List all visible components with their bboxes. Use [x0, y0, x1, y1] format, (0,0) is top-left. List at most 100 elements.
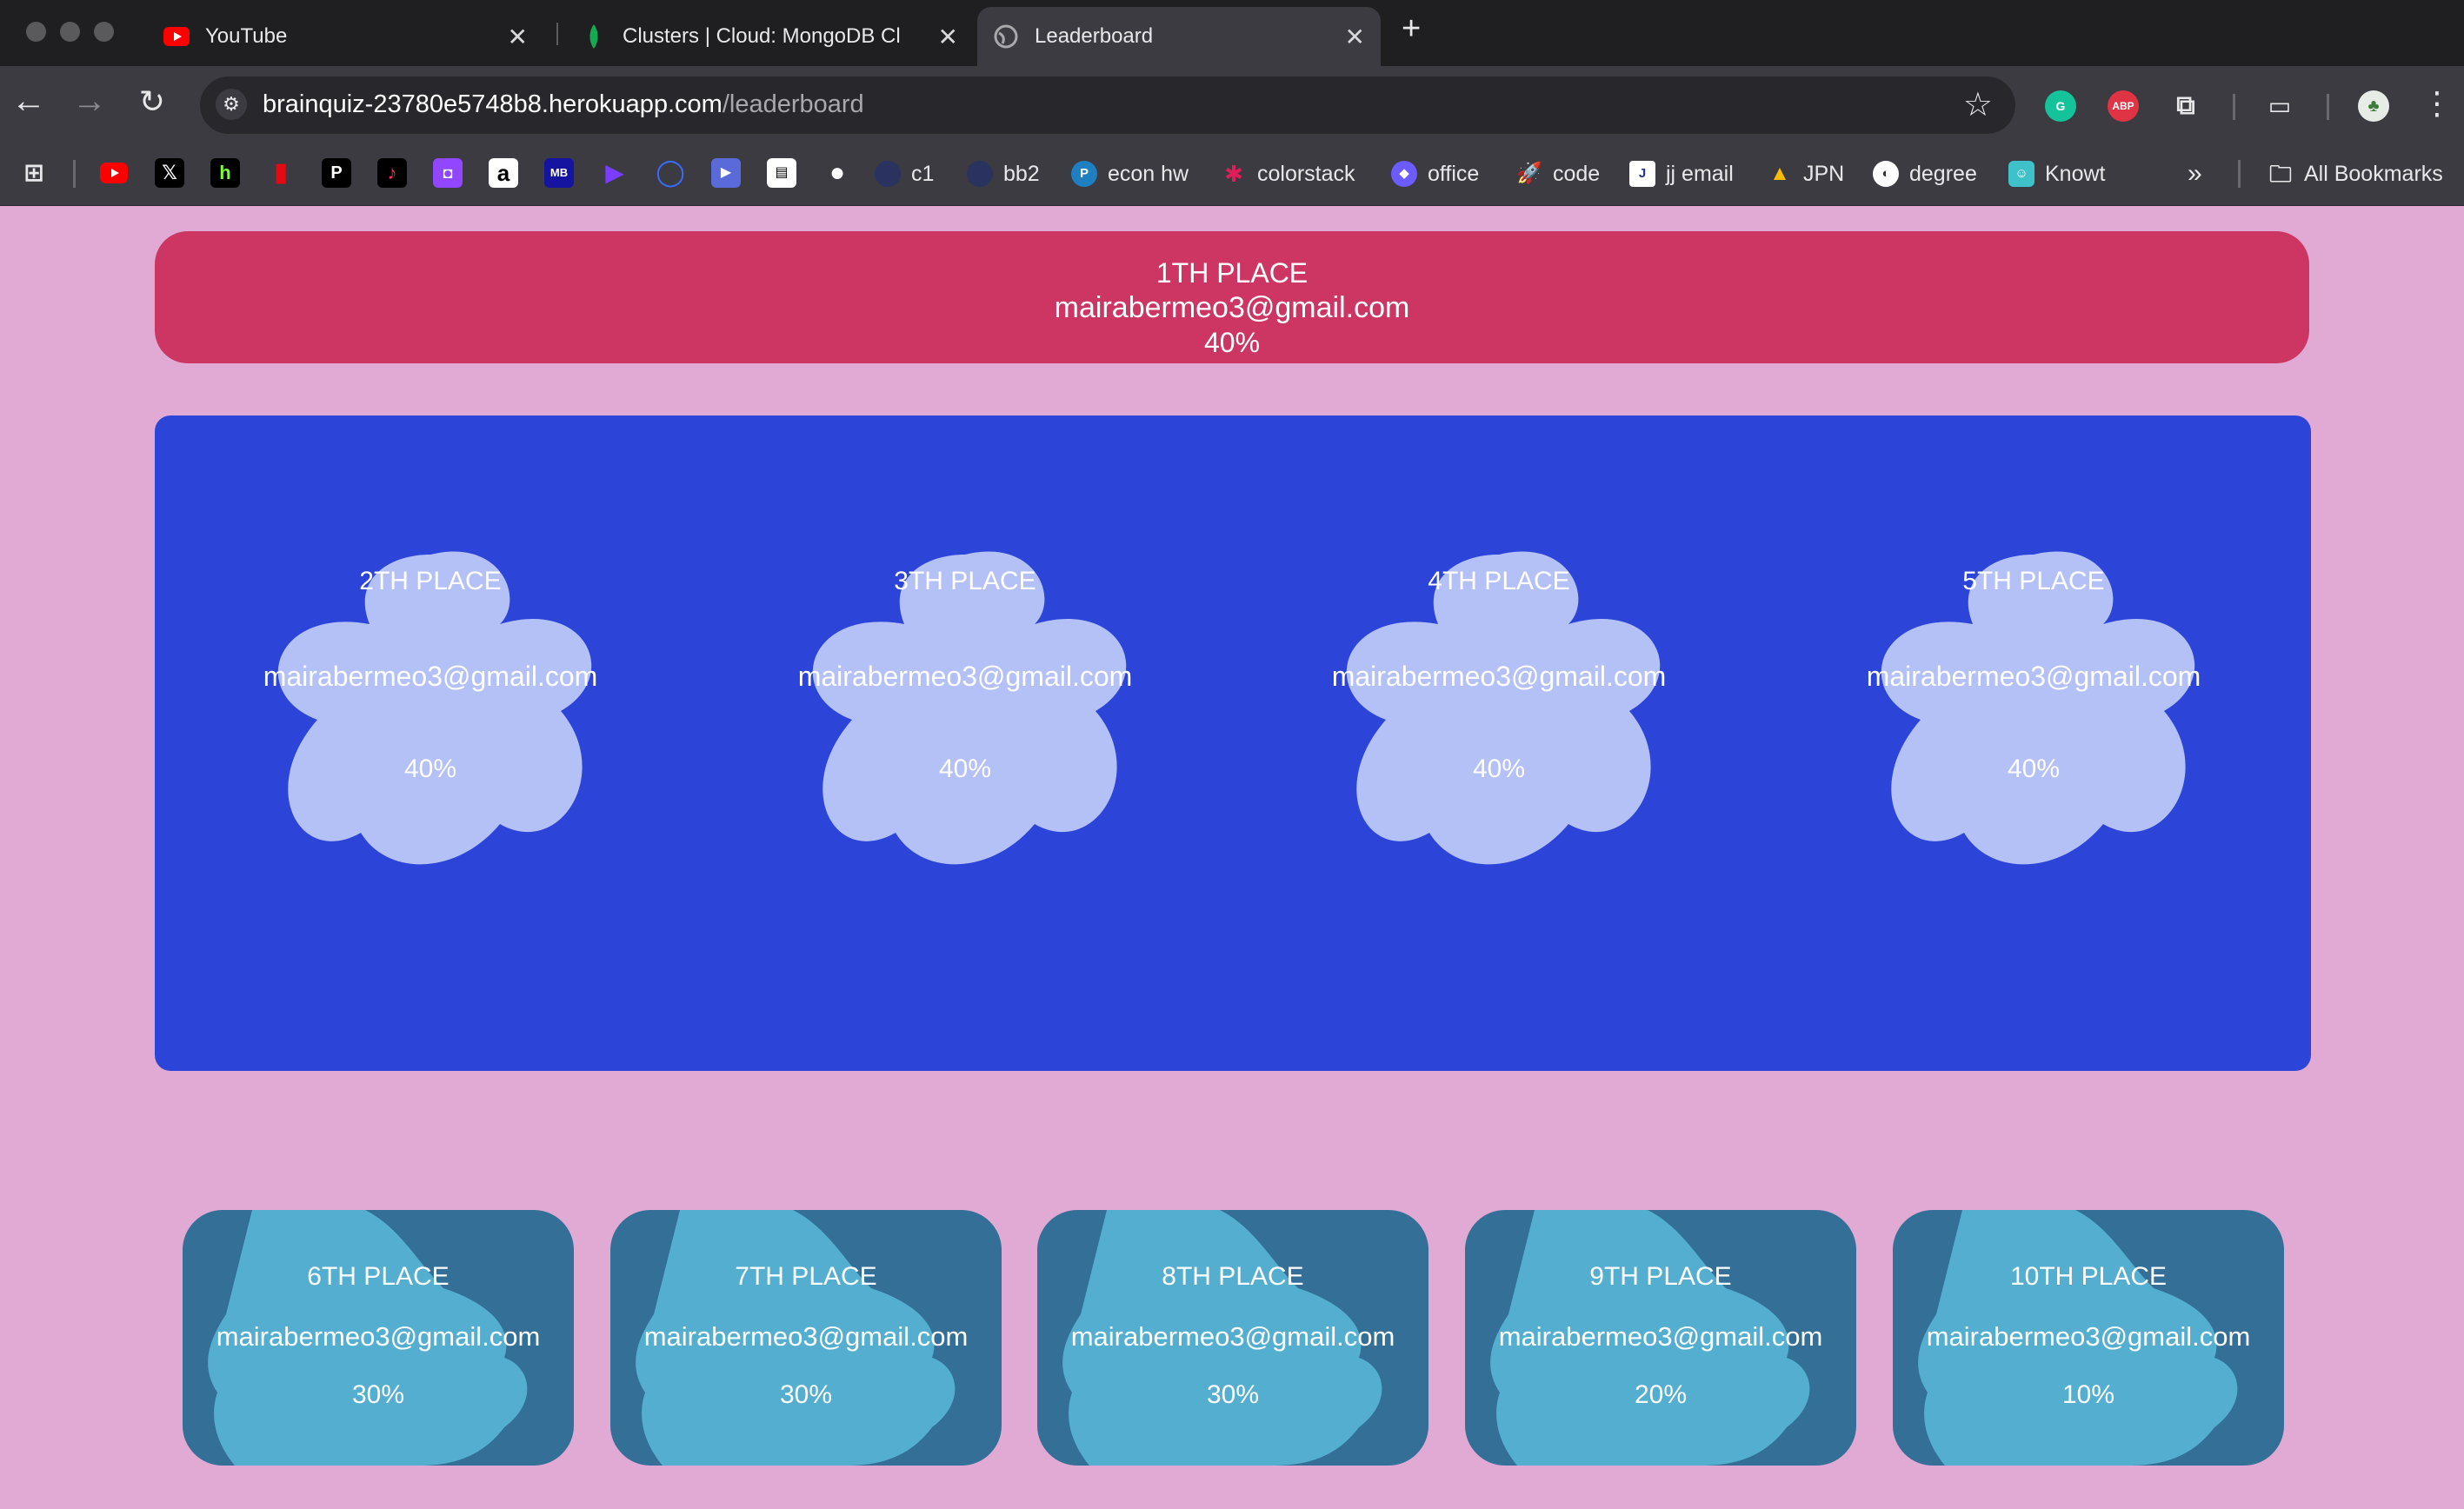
rank-card-10: 10TH PLACE mairabermeo3@gmail.com 10%: [1893, 1210, 2284, 1466]
rank-card-5: 5TH PLACE mairabermeo3@gmail.com 40%: [1851, 546, 2216, 876]
bookmark-label: Knowt: [2045, 161, 2106, 186]
player-email: mairabermeo3@gmail.com: [1054, 291, 1410, 324]
bookmark-colorstack[interactable]: ✱ colorstack: [1221, 156, 1355, 191]
tab-strip: YouTube ✕ Clusters | Cloud: MongoDB Cl ✕…: [0, 0, 2464, 66]
video-play-icon[interactable]: ▶: [711, 158, 741, 188]
bookmark-label: econ hw: [1108, 161, 1189, 186]
tab-search-icon[interactable]: ▭: [2264, 90, 2295, 122]
bookmark-office[interactable]: ◆ office: [1391, 156, 1479, 191]
rank-label: 5TH PLACE: [1962, 567, 2105, 595]
all-bookmarks-label: All Bookmarks: [2304, 161, 2443, 186]
rank-label: 9TH PLACE: [1589, 1262, 1732, 1291]
x-twitter-icon[interactable]: 𝕏: [155, 158, 184, 188]
tab-title: Leaderboard: [1035, 24, 1154, 48]
score-value: 40%: [403, 754, 457, 783]
site-info-icon[interactable]: ⚙: [216, 89, 247, 120]
bookmark-label: colorstack: [1257, 161, 1355, 186]
rank-label: 6TH PLACE: [307, 1262, 450, 1291]
rank-label: 7TH PLACE: [735, 1262, 877, 1291]
tab-divider: [556, 23, 558, 45]
address-bar[interactable]: ⚙ brainquiz-23780e5748b8.herokuapp.com/l…: [200, 76, 2015, 134]
tiktok-icon[interactable]: ♪: [377, 158, 407, 188]
window-minimize-dot[interactable]: [60, 22, 80, 42]
extensions-puzzle-icon[interactable]: ⧉: [2170, 90, 2201, 122]
document-icon[interactable]: ▤: [767, 158, 796, 188]
close-icon[interactable]: ✕: [1345, 23, 1365, 51]
bookmark-bb2[interactable]: bb2: [967, 156, 1040, 191]
tab-youtube[interactable]: YouTube ✕: [148, 7, 543, 66]
bookmarks-bar: ⊞ 𝕏 h ▮ P ♪ ◘ a MB ▶ ◯ ▶ ▤ ● c1 bb2 Peco…: [0, 143, 2464, 206]
forward-button[interactable]: →: [68, 82, 111, 121]
leaderboard-page: 1TH PLACE mairabermeo3@gmail.com 40% 2TH…: [0, 205, 2464, 1509]
bookmark-c1[interactable]: c1: [875, 156, 934, 191]
score-value: 40%: [1203, 327, 1261, 358]
rank-label: 10TH PLACE: [2009, 1262, 2168, 1291]
window-close-dot[interactable]: [26, 22, 46, 42]
mb-icon[interactable]: MB: [544, 158, 574, 188]
window-zoom-dot[interactable]: [94, 22, 114, 42]
score-value: 30%: [351, 1380, 405, 1409]
bookmark-star-icon[interactable]: ☆: [1963, 85, 1993, 124]
score-value: 30%: [779, 1380, 833, 1409]
youtube-icon[interactable]: [99, 158, 129, 188]
bookmark-jpn[interactable]: ▲ JPN: [1767, 156, 1844, 191]
bookmark-divider: [73, 160, 76, 188]
browser-toolbar: ← → ↻ ⚙ brainquiz-23780e5748b8.herokuapp…: [0, 66, 2464, 143]
apps-grid-icon[interactable]: ⊞: [19, 158, 49, 188]
bookmark-label: bb2: [1003, 161, 1040, 186]
rank-label: 3TH PLACE: [894, 567, 1036, 595]
close-icon[interactable]: ✕: [938, 23, 958, 51]
bookmark-label: jj email: [1666, 161, 1734, 186]
bookmark-label: c1: [911, 161, 935, 186]
menu-kebab-icon[interactable]: ⋮: [2415, 85, 2459, 122]
toolbar-divider: [2327, 94, 2329, 120]
bookmark-code[interactable]: 🚀 code: [1516, 156, 1600, 191]
player-email: mairabermeo3@gmail.com: [643, 1321, 969, 1352]
pi-icon[interactable]: P: [322, 158, 351, 188]
reload-button[interactable]: ↻: [130, 83, 174, 120]
grammarly-icon[interactable]: G: [2045, 90, 2076, 122]
rank-label: 8TH PLACE: [1162, 1262, 1304, 1291]
bookmark-label: JPN: [1803, 161, 1845, 186]
url-host: brainquiz-23780e5748b8.herokuapp.com: [263, 90, 723, 118]
bookmark-label: code: [1553, 161, 1601, 186]
amazon-icon[interactable]: a: [489, 158, 518, 188]
youtube-icon: [163, 23, 190, 50]
netflix-icon[interactable]: ▮: [266, 158, 296, 188]
back-button[interactable]: ←: [7, 82, 50, 121]
jj-icon: J: [1629, 161, 1655, 187]
first-place-banner: 1TH PLACE mairabermeo3@gmail.com 40%: [155, 231, 2309, 363]
bookmark-degree[interactable]: ◐ degree: [1873, 156, 1977, 191]
bookmark-jj-email[interactable]: Jjj email: [1629, 156, 1734, 191]
top-ranks-panel: 2TH PLACE mairabermeo3@gmail.com 40% 3TH…: [155, 415, 2311, 1071]
bookmark-label: degree: [1909, 161, 1977, 186]
player-email: mairabermeo3@gmail.com: [1926, 1321, 2251, 1352]
score-value: 10%: [2061, 1380, 2115, 1409]
github-icon[interactable]: ●: [822, 158, 852, 188]
tab-mongodb[interactable]: Clusters | Cloud: MongoDB Cl ✕: [565, 7, 974, 66]
player-email: mairabermeo3@gmail.com: [1070, 1321, 1395, 1352]
bookmark-knowt[interactable]: ☺ Knowt: [2008, 156, 2105, 191]
new-tab-button[interactable]: +: [1402, 10, 1421, 48]
profile-avatar[interactable]: ♣: [2358, 90, 2389, 122]
url-text[interactable]: brainquiz-23780e5748b8.herokuapp.com/lea…: [263, 90, 864, 119]
play-triangle-icon[interactable]: ▶: [600, 158, 629, 188]
score-value: 40%: [938, 754, 992, 783]
twitch-icon[interactable]: ◘: [433, 158, 463, 188]
toolbar-divider: [2233, 94, 2235, 120]
handshake-icon[interactable]: h: [210, 158, 240, 188]
all-bookmarks-button[interactable]: 🗀 All Bookmarks: [2268, 156, 2443, 191]
adblock-plus-icon[interactable]: ABP: [2108, 90, 2139, 122]
q-circle-icon[interactable]: ◯: [656, 158, 685, 188]
rank-card-6: 6TH PLACE mairabermeo3@gmail.com 30%: [183, 1210, 574, 1466]
folder-dot-icon: [967, 161, 993, 187]
player-email: mairabermeo3@gmail.com: [263, 661, 598, 692]
player-email: mairabermeo3@gmail.com: [216, 1321, 541, 1352]
pearson-icon: P: [1071, 161, 1097, 187]
tab-leaderboard[interactable]: Leaderboard ✕: [977, 7, 1381, 66]
bookmarks-overflow-button[interactable]: »: [2188, 156, 2202, 191]
close-icon[interactable]: ✕: [508, 23, 528, 51]
url-path: /leaderboard: [722, 90, 864, 118]
tab-title: YouTube: [205, 24, 288, 48]
bookmark-econ-hw[interactable]: Pecon hw: [1071, 156, 1189, 191]
